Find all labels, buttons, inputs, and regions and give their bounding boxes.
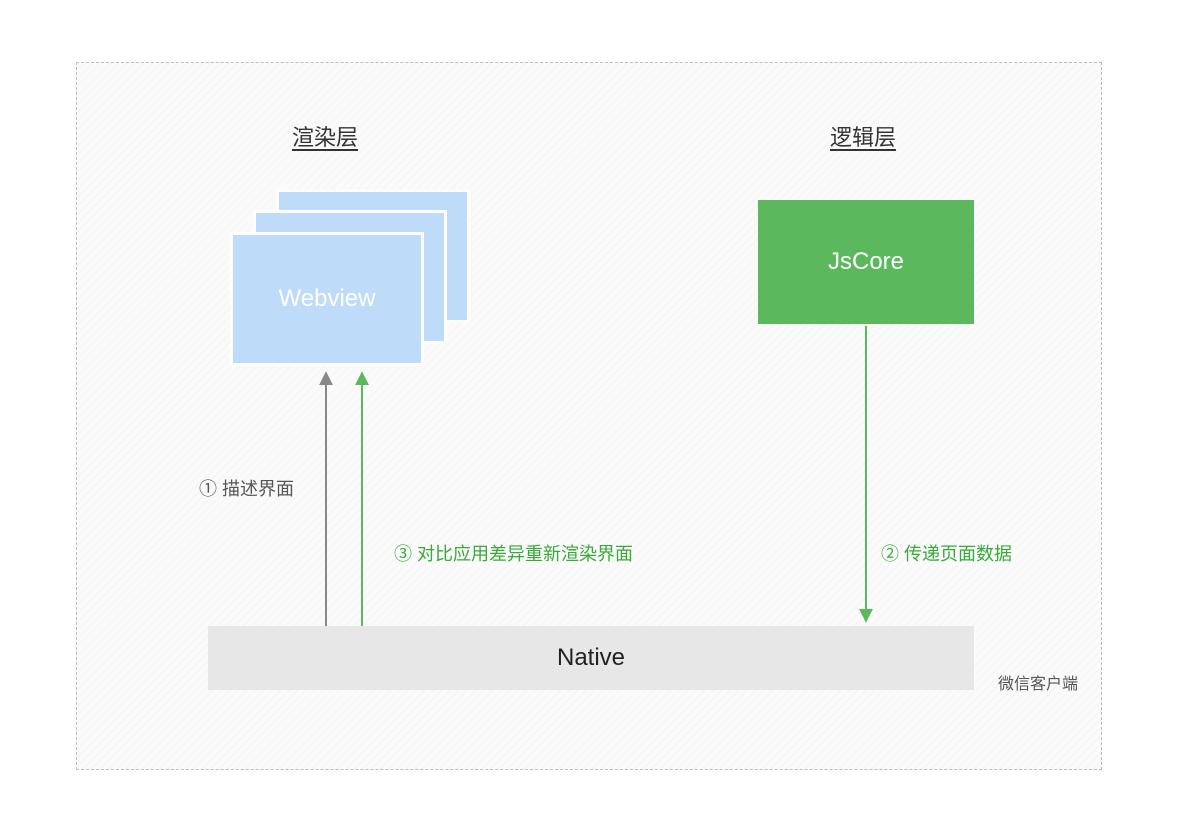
footer-label: 微信客户端 (998, 670, 1078, 694)
webview-label: Webview (279, 285, 376, 313)
heading-render-layer: 渲染层 (292, 120, 358, 152)
jscore-label: JsCore (828, 248, 904, 276)
label-step1: ① 描述界面 (199, 475, 294, 501)
jscore-box: JsCore (758, 200, 974, 324)
native-box: Native (208, 626, 974, 690)
diagram-canvas: 渲染层 逻辑层 Webview JsCore Native ① 描述界面 ③ 对… (0, 0, 1178, 832)
heading-logic-layer: 逻辑层 (830, 120, 896, 152)
label-step2: ② 传递页面数据 (881, 540, 1012, 566)
native-label: Native (557, 644, 625, 672)
label-step3: ③ 对比应用差异重新渲染界面 (394, 540, 633, 566)
webview-box: Webview (230, 232, 424, 366)
